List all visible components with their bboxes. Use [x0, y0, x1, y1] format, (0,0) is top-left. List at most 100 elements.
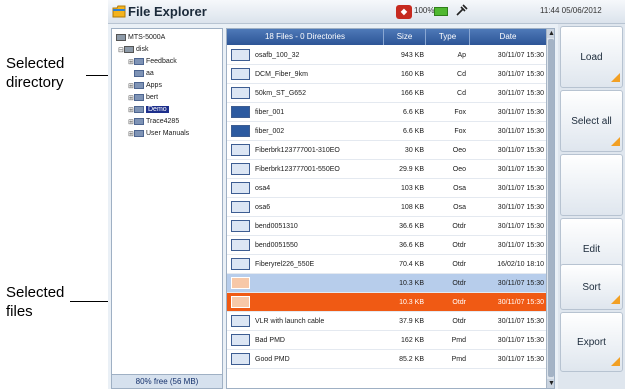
header-file-count[interactable]: 18 Files - 0 Directories — [227, 29, 384, 45]
file-list[interactable]: 18 Files - 0 Directories Size Type Date … — [226, 28, 555, 389]
file-name: Bad PMD — [255, 337, 285, 344]
file-row[interactable]: Good PMD 85.2 KB Pmd 30/11/07 15:30 — [227, 350, 546, 369]
file-row-selected[interactable]: 10.3 KB Otdr 30/11/07 15:30 — [227, 274, 546, 293]
file-type: Otdr — [452, 318, 466, 325]
header-date[interactable]: Date — [470, 29, 546, 45]
tree-item[interactable]: ⊟ disk — [118, 44, 148, 55]
file-row[interactable]: bend0051550 36.6 KB Otdr 30/11/07 15:30 — [227, 236, 546, 255]
sort-button[interactable]: Sort — [560, 264, 623, 310]
load-button[interactable]: Load — [560, 26, 623, 88]
file-type: Otdr — [452, 261, 466, 268]
power-icon — [456, 4, 468, 16]
file-type-icon — [231, 163, 250, 175]
file-size: 166 KB — [401, 90, 424, 97]
select-all-button[interactable]: Select all — [560, 90, 623, 152]
file-list-scrollbar[interactable]: ▲ ▼ — [546, 29, 554, 388]
tree-item[interactable]: ⊞ bert — [128, 92, 158, 103]
scroll-down-arrow-icon[interactable]: ▼ — [547, 379, 554, 388]
tree-item[interactable]: ⊞ Feedback — [128, 56, 177, 67]
softkey-corner-icon — [611, 295, 620, 304]
file-type-icon — [231, 182, 250, 194]
callout-line-1: Selected — [6, 284, 65, 301]
file-row[interactable]: VLR with launch cable 37.9 KB Otdr 30/11/07… — [227, 312, 546, 331]
file-date: 30/11/07 15:30 — [497, 90, 544, 97]
folder-icon — [134, 70, 144, 77]
file-date: 30/11/07 15:30 — [497, 128, 544, 135]
file-row[interactable]: osa4 103 KB Osa 30/11/07 15:30 — [227, 179, 546, 198]
export-button-label: Export — [577, 336, 606, 348]
file-date: 16/02/10 18:10 — [497, 261, 544, 268]
file-type-icon — [231, 277, 250, 289]
drive-icon — [116, 34, 126, 41]
tree-item[interactable]: ⊞ User Manuals — [128, 128, 189, 139]
file-type: Otdr — [452, 280, 466, 287]
file-name: fiber_002 — [255, 128, 285, 135]
folder-icon — [134, 58, 144, 65]
logo-icon: ◆ — [396, 5, 412, 19]
folder-icon — [134, 106, 144, 113]
free-space-status: 80% free (56 MB) — [112, 374, 222, 388]
file-date: 30/11/07 15:30 — [497, 185, 544, 192]
load-button-label: Load — [580, 51, 603, 63]
file-name: osafb_100_32 — [255, 52, 300, 59]
file-date: 30/11/07 15:30 — [497, 356, 544, 363]
file-row[interactable]: fiber_002 6.6 KB Fox 30/11/07 15:30 — [227, 122, 546, 141]
file-row[interactable]: Fiberbrk123777001-310EO 30 KB Oeo 30/11/07 … — [227, 141, 546, 160]
file-explorer-icon — [112, 5, 126, 18]
file-row[interactable]: 50km_ST_G652 166 KB Cd 30/11/07 15:30 — [227, 84, 546, 103]
tree-item[interactable]: MTS-5000A — [116, 32, 165, 43]
file-size: 10.3 KB — [399, 299, 424, 306]
callout-line-2: directory — [6, 74, 64, 91]
header-type[interactable]: Type — [426, 29, 470, 45]
file-name: VLR with launch cable — [255, 318, 325, 325]
file-type: Otdr — [452, 299, 466, 306]
file-type: Ap — [457, 52, 466, 59]
clock: 11:44 05/06/2012 — [540, 6, 602, 15]
tree-item[interactable]: aa — [128, 68, 154, 79]
file-row[interactable]: osafb_100_32 943 KB Ap 30/11/07 15:30 — [227, 46, 546, 65]
file-row[interactable]: Fiberyrel226_550E 70.4 KB Otdr 16/02/10 18:… — [227, 255, 546, 274]
app-title: File Explorer — [128, 4, 207, 19]
header-size[interactable]: Size — [384, 29, 426, 45]
drive-icon — [124, 46, 134, 53]
file-date: 30/11/07 15:30 — [497, 337, 544, 344]
file-row[interactable]: osa6 108 KB Osa 30/11/07 15:30 — [227, 198, 546, 217]
file-size: 85.2 KB — [399, 356, 424, 363]
file-row[interactable]: Fiberbrk123777001-550EO 29.9 KB Oeo 30/11/0… — [227, 160, 546, 179]
empty-softkey[interactable] — [560, 154, 623, 216]
file-name: Fiberbrk123777001-310EO — [255, 147, 340, 154]
tree-item-label: Apps — [146, 82, 162, 89]
file-size: 30 KB — [404, 147, 424, 154]
file-date: 30/11/07 15:30 — [497, 166, 544, 173]
file-size: 943 KB — [401, 52, 424, 59]
file-row[interactable]: bend0051310 36.6 KB Otdr 30/11/07 15:30 — [227, 217, 546, 236]
file-name: 50km_ST_G652 — [255, 90, 306, 97]
tree-item-selected[interactable]: ⊞ Demo — [128, 104, 169, 115]
battery-percent: 100% — [414, 6, 435, 15]
file-size: 108 KB — [401, 204, 424, 211]
tree-item[interactable]: ⊞ Trace4285 — [128, 116, 179, 127]
file-type-icon — [231, 49, 250, 61]
file-date: 30/11/07 15:30 — [497, 71, 544, 78]
directory-tree[interactable]: MTS-5000A ⊟ disk ⊞ Feedback aa ⊞ Apps ⊞ … — [111, 28, 223, 389]
file-size: 6.6 KB — [402, 128, 424, 135]
file-date: 30/11/07 15:30 — [497, 147, 544, 154]
file-row-selected[interactable]: 10.3 KB Otdr 30/11/07 15:30 — [227, 293, 546, 312]
file-row[interactable]: fiber_001 6.6 KB Fox 30/11/07 15:30 — [227, 103, 546, 122]
file-row[interactable]: DCM_Fiber_9km 160 KB Cd 30/11/07 15:30 — [227, 65, 546, 84]
file-type: Osa — [453, 204, 466, 211]
file-name: Good PMD — [255, 356, 290, 363]
file-name: Fiberyrel226_550E — [255, 261, 315, 268]
folder-icon — [134, 118, 144, 125]
file-type: Otdr — [452, 223, 466, 230]
scroll-thumb[interactable] — [548, 39, 554, 377]
export-button[interactable]: Export — [560, 312, 623, 372]
tree-item[interactable]: ⊞ Apps — [128, 80, 162, 91]
file-row[interactable]: Bad PMD 162 KB Pmd 30/11/07 15:30 — [227, 331, 546, 350]
file-size: 10.3 KB — [399, 280, 424, 287]
file-size: 36.6 KB — [399, 223, 424, 230]
file-size: 36.6 KB — [399, 242, 424, 249]
file-size: 70.4 KB — [399, 261, 424, 268]
scroll-up-arrow-icon[interactable]: ▲ — [547, 29, 554, 38]
file-name: Fiberbrk123777001-550EO — [255, 166, 340, 173]
